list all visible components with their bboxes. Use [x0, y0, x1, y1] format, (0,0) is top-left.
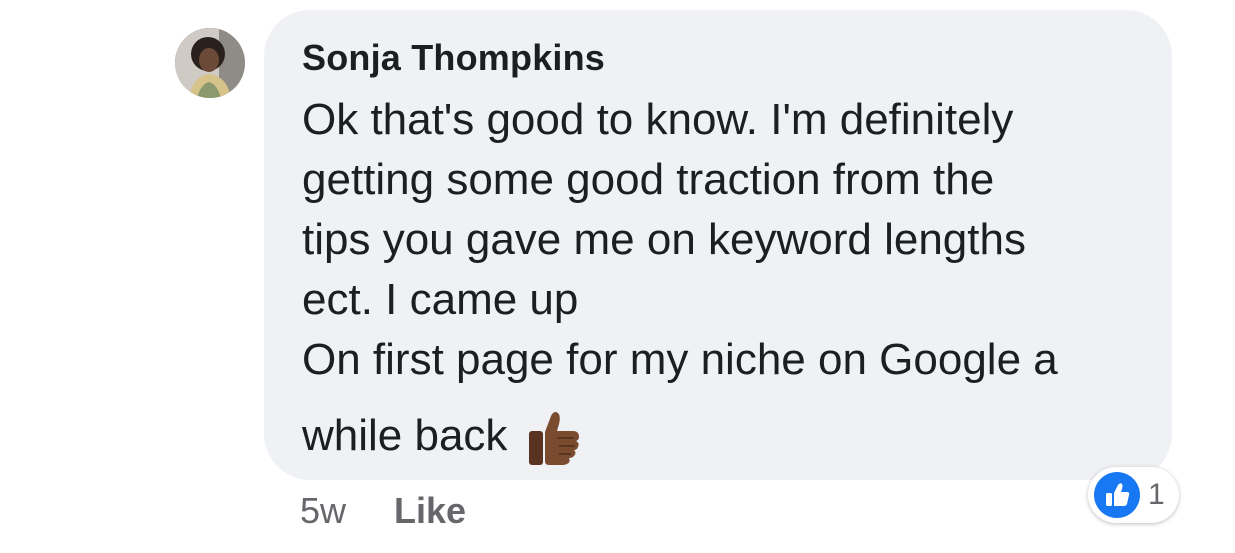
comment-timestamp[interactable]: 5w [300, 490, 346, 532]
avatar[interactable] [175, 28, 245, 98]
comment-author[interactable]: Sonja Thompkins [302, 36, 1136, 80]
comment-bubble: Sonja Thompkins Ok that's good to know. … [264, 10, 1172, 480]
comment-message-tail: while back [302, 411, 508, 460]
like-reaction-icon [1094, 472, 1140, 518]
comment-message: Ok that's good to know. I'm definitely g… [302, 95, 1058, 384]
reaction-summary[interactable]: 1 [1088, 467, 1179, 523]
comment-meta: 5w Like [300, 490, 466, 532]
comment-message-last-line: while back [302, 404, 1136, 468]
reaction-count: 1 [1148, 478, 1165, 511]
thumbs-up-emoji-icon [521, 404, 585, 468]
profile-photo [175, 28, 245, 98]
like-button[interactable]: Like [394, 490, 466, 532]
